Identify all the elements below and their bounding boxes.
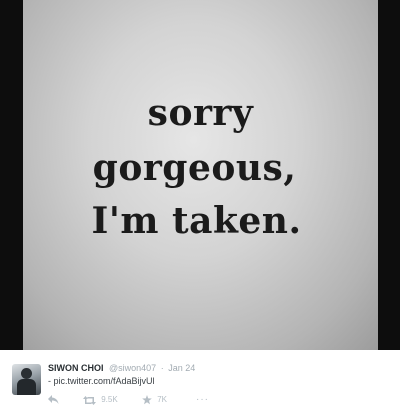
author-handle[interactable]: @siwon407 <box>109 363 156 373</box>
retweet-button[interactable]: 9.5K <box>83 394 118 406</box>
retweet-icon <box>83 395 96 405</box>
tweet-text[interactable]: - pic.twitter.com/fAdaBijvUl <box>48 376 155 387</box>
avatar[interactable] <box>12 364 41 395</box>
reply-button[interactable] <box>48 394 59 406</box>
tweet-media[interactable]: sorry gorgeous, I'm taken. <box>0 0 400 350</box>
photo-text-line-3: I'm taken. <box>91 200 302 242</box>
more-button[interactable]: ··· <box>193 394 209 406</box>
star-icon <box>142 395 152 405</box>
tweet-photo[interactable]: sorry gorgeous, I'm taken. <box>23 0 378 350</box>
photo-text-line-1: sorry <box>147 92 254 134</box>
reply-icon <box>48 395 59 405</box>
retweet-count: 9.5K <box>101 395 118 404</box>
favorite-button[interactable]: 7K <box>142 394 167 406</box>
avatar-body <box>17 379 36 395</box>
tweet-date[interactable]: Jan 24 <box>168 363 195 373</box>
favorite-count: 7K <box>157 395 168 404</box>
tweet-header: SIWON CHOI @siwon407 · Jan 24 <box>48 363 195 374</box>
separator-dot: · <box>160 363 164 373</box>
photo-text-line-2: gorgeous, <box>92 147 297 189</box>
more-dots-icon: ··· <box>196 394 209 405</box>
author-name[interactable]: SIWON CHOI <box>48 363 104 373</box>
tweet: SIWON CHOI @siwon407 · Jan 24 - pic.twit… <box>0 350 400 414</box>
avatar-head <box>21 368 32 379</box>
